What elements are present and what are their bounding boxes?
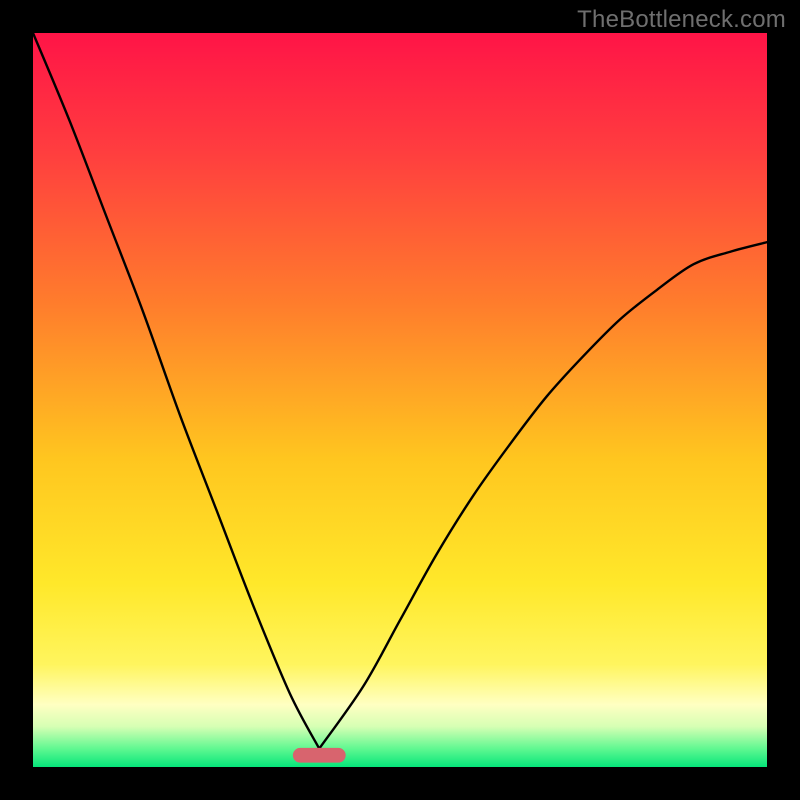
gradient-background bbox=[33, 33, 767, 767]
optimal-marker bbox=[293, 748, 346, 763]
chart-frame: TheBottleneck.com bbox=[0, 0, 800, 800]
watermark-text: TheBottleneck.com bbox=[577, 6, 786, 34]
bottleneck-chart bbox=[33, 33, 767, 767]
